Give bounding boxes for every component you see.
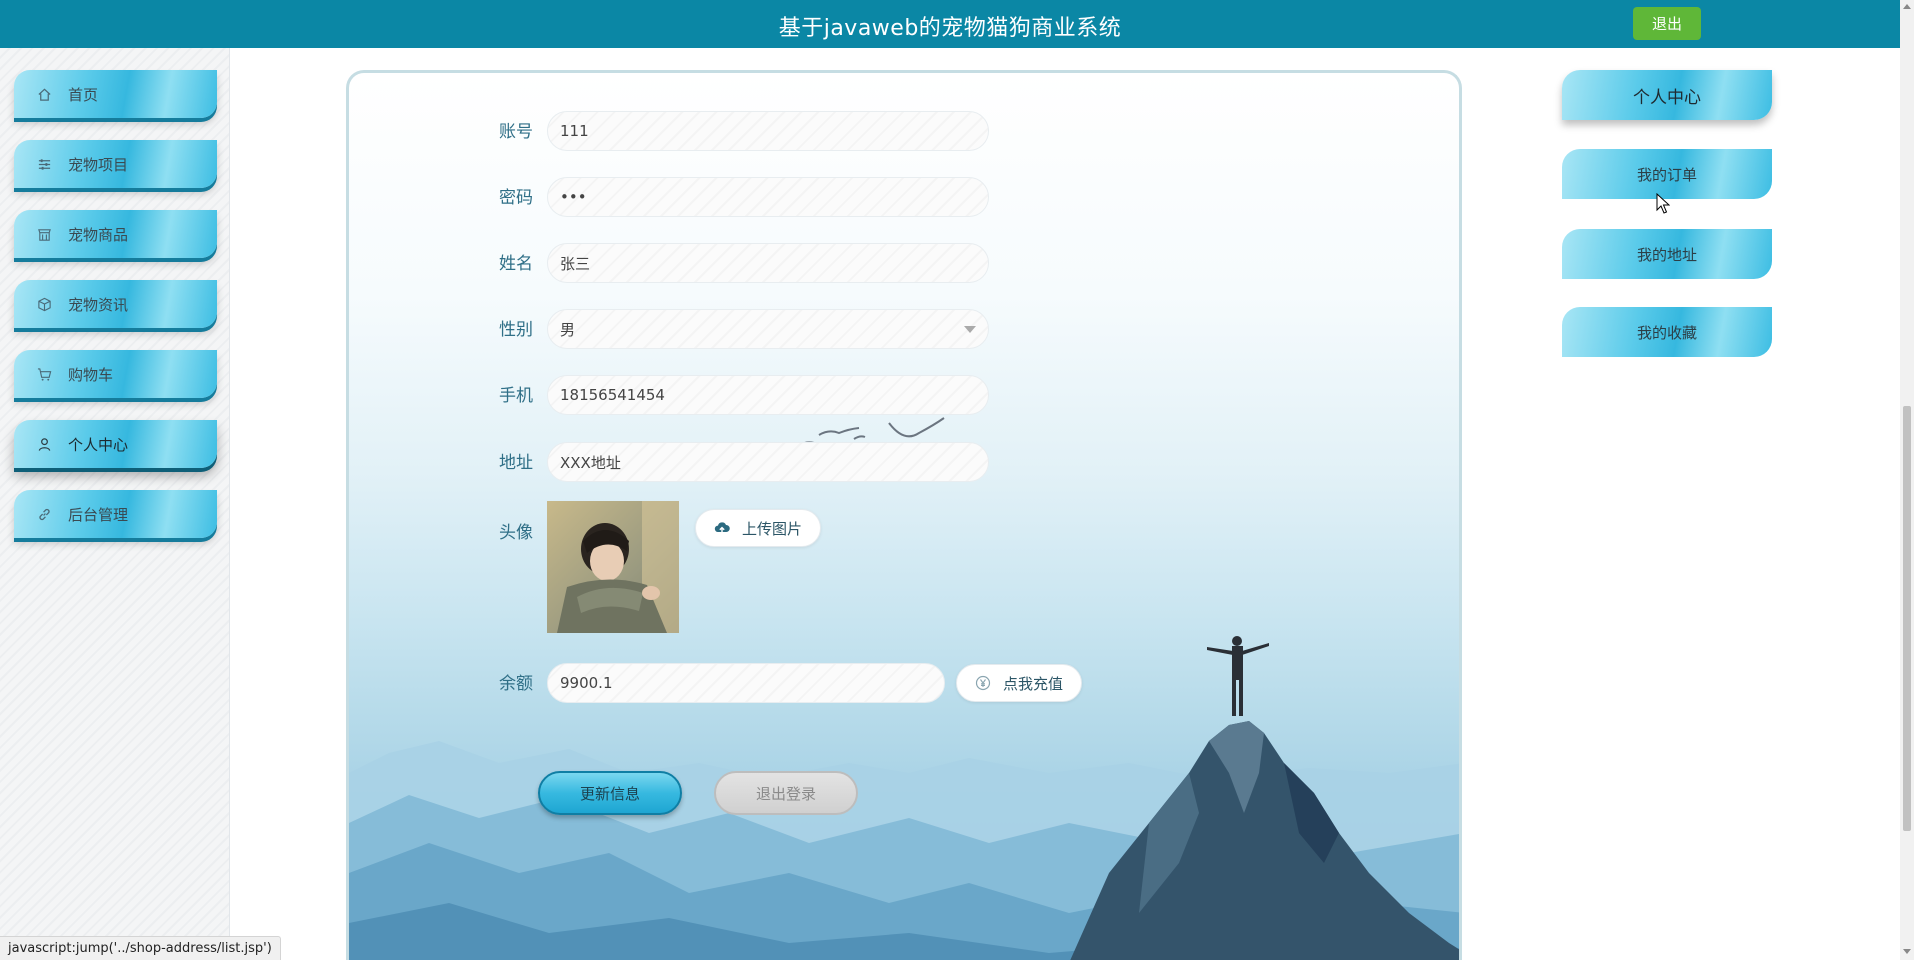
gender-select-value: 男	[560, 320, 576, 339]
address-field[interactable]: XXX地址	[547, 442, 989, 482]
name-label: 姓名	[499, 254, 533, 274]
gender-label: 性别	[499, 320, 533, 340]
user-icon	[36, 436, 52, 452]
sidebar-item-pet-goods[interactable]: 宠物商品	[14, 210, 217, 258]
phone-label: 手机	[499, 386, 533, 406]
gender-select[interactable]: 男	[547, 309, 989, 349]
cloud-upload-icon	[714, 521, 730, 535]
right-menu-my-address[interactable]: 我的地址	[1562, 229, 1772, 279]
recharge-label: 点我充值	[1002, 674, 1063, 693]
home-icon	[36, 86, 52, 102]
cube-icon	[36, 296, 52, 312]
sidebar: 首页 宠物项目 宠物商品 宠物资讯 购物车 个人中心 后台管理	[0, 48, 230, 960]
sidebar-item-label: 宠物资讯	[68, 295, 129, 314]
update-info-button[interactable]: 更新信息	[538, 771, 682, 815]
scroll-thumb[interactable]	[1903, 406, 1911, 831]
recharge-button[interactable]: 点我充值	[956, 664, 1082, 702]
balance-field[interactable]: 9900.1	[547, 663, 945, 703]
balance-label: 余额	[499, 674, 533, 694]
upload-image-label: 上传图片	[741, 519, 802, 538]
sidebar-item-label: 宠物商品	[68, 225, 129, 244]
sidebar-item-pet-projects[interactable]: 宠物项目	[14, 140, 217, 188]
avatar-label: 头像	[499, 523, 533, 543]
mouse-cursor-icon	[1656, 193, 1670, 214]
page-scrollbar[interactable]	[1900, 0, 1914, 960]
address-label: 地址	[499, 453, 533, 473]
logout-account-button[interactable]: 退出登录	[714, 771, 858, 815]
account-field[interactable]: 111	[547, 111, 989, 151]
sidebar-item-label: 个人中心	[68, 435, 129, 454]
browser-status-bar: javascript:jump('../shop-address/list.js…	[0, 936, 281, 960]
right-menu-personal-center[interactable]: 个人中心	[1562, 70, 1772, 120]
scroll-down-arrow-icon[interactable]	[1903, 949, 1911, 954]
password-field[interactable]: •••	[547, 177, 989, 217]
password-label: 密码	[499, 188, 533, 208]
avatar	[547, 501, 679, 633]
site-title: 基于javaweb的宠物猫狗商业系统	[778, 16, 1122, 41]
sidebar-item-label: 首页	[68, 85, 99, 104]
shop-icon	[36, 226, 52, 242]
sidebar-item-home[interactable]: 首页	[14, 70, 217, 118]
logout-button[interactable]: 退出	[1633, 7, 1701, 40]
right-menu-my-orders[interactable]: 我的订单	[1562, 149, 1772, 199]
yen-icon	[975, 675, 991, 691]
name-field[interactable]: 张三	[547, 243, 989, 283]
sidebar-item-admin[interactable]: 后台管理	[14, 490, 217, 538]
sidebar-item-cart[interactable]: 购物车	[14, 350, 217, 398]
cart-icon	[36, 366, 52, 382]
profile-panel: 账号 111 密码 ••• 姓名 张三 性别 男 手机 18156541454 …	[346, 70, 1462, 960]
chevron-down-icon	[964, 326, 976, 333]
sidebar-item-pet-news[interactable]: 宠物资讯	[14, 280, 217, 328]
sidebar-item-label: 购物车	[68, 365, 114, 384]
right-menu-my-favorites[interactable]: 我的收藏	[1562, 307, 1772, 357]
top-header: 基于javaweb的宠物猫狗商业系统	[0, 0, 1900, 48]
sliders-icon	[36, 156, 52, 172]
scroll-up-arrow-icon[interactable]	[1903, 4, 1911, 9]
sidebar-item-label: 后台管理	[68, 505, 129, 524]
phone-field[interactable]: 18156541454	[547, 375, 989, 415]
sidebar-item-personal-center[interactable]: 个人中心	[14, 420, 217, 468]
link-icon	[36, 506, 52, 522]
account-label: 账号	[499, 122, 533, 142]
upload-image-button[interactable]: 上传图片	[695, 509, 821, 547]
sidebar-item-label: 宠物项目	[68, 155, 129, 174]
